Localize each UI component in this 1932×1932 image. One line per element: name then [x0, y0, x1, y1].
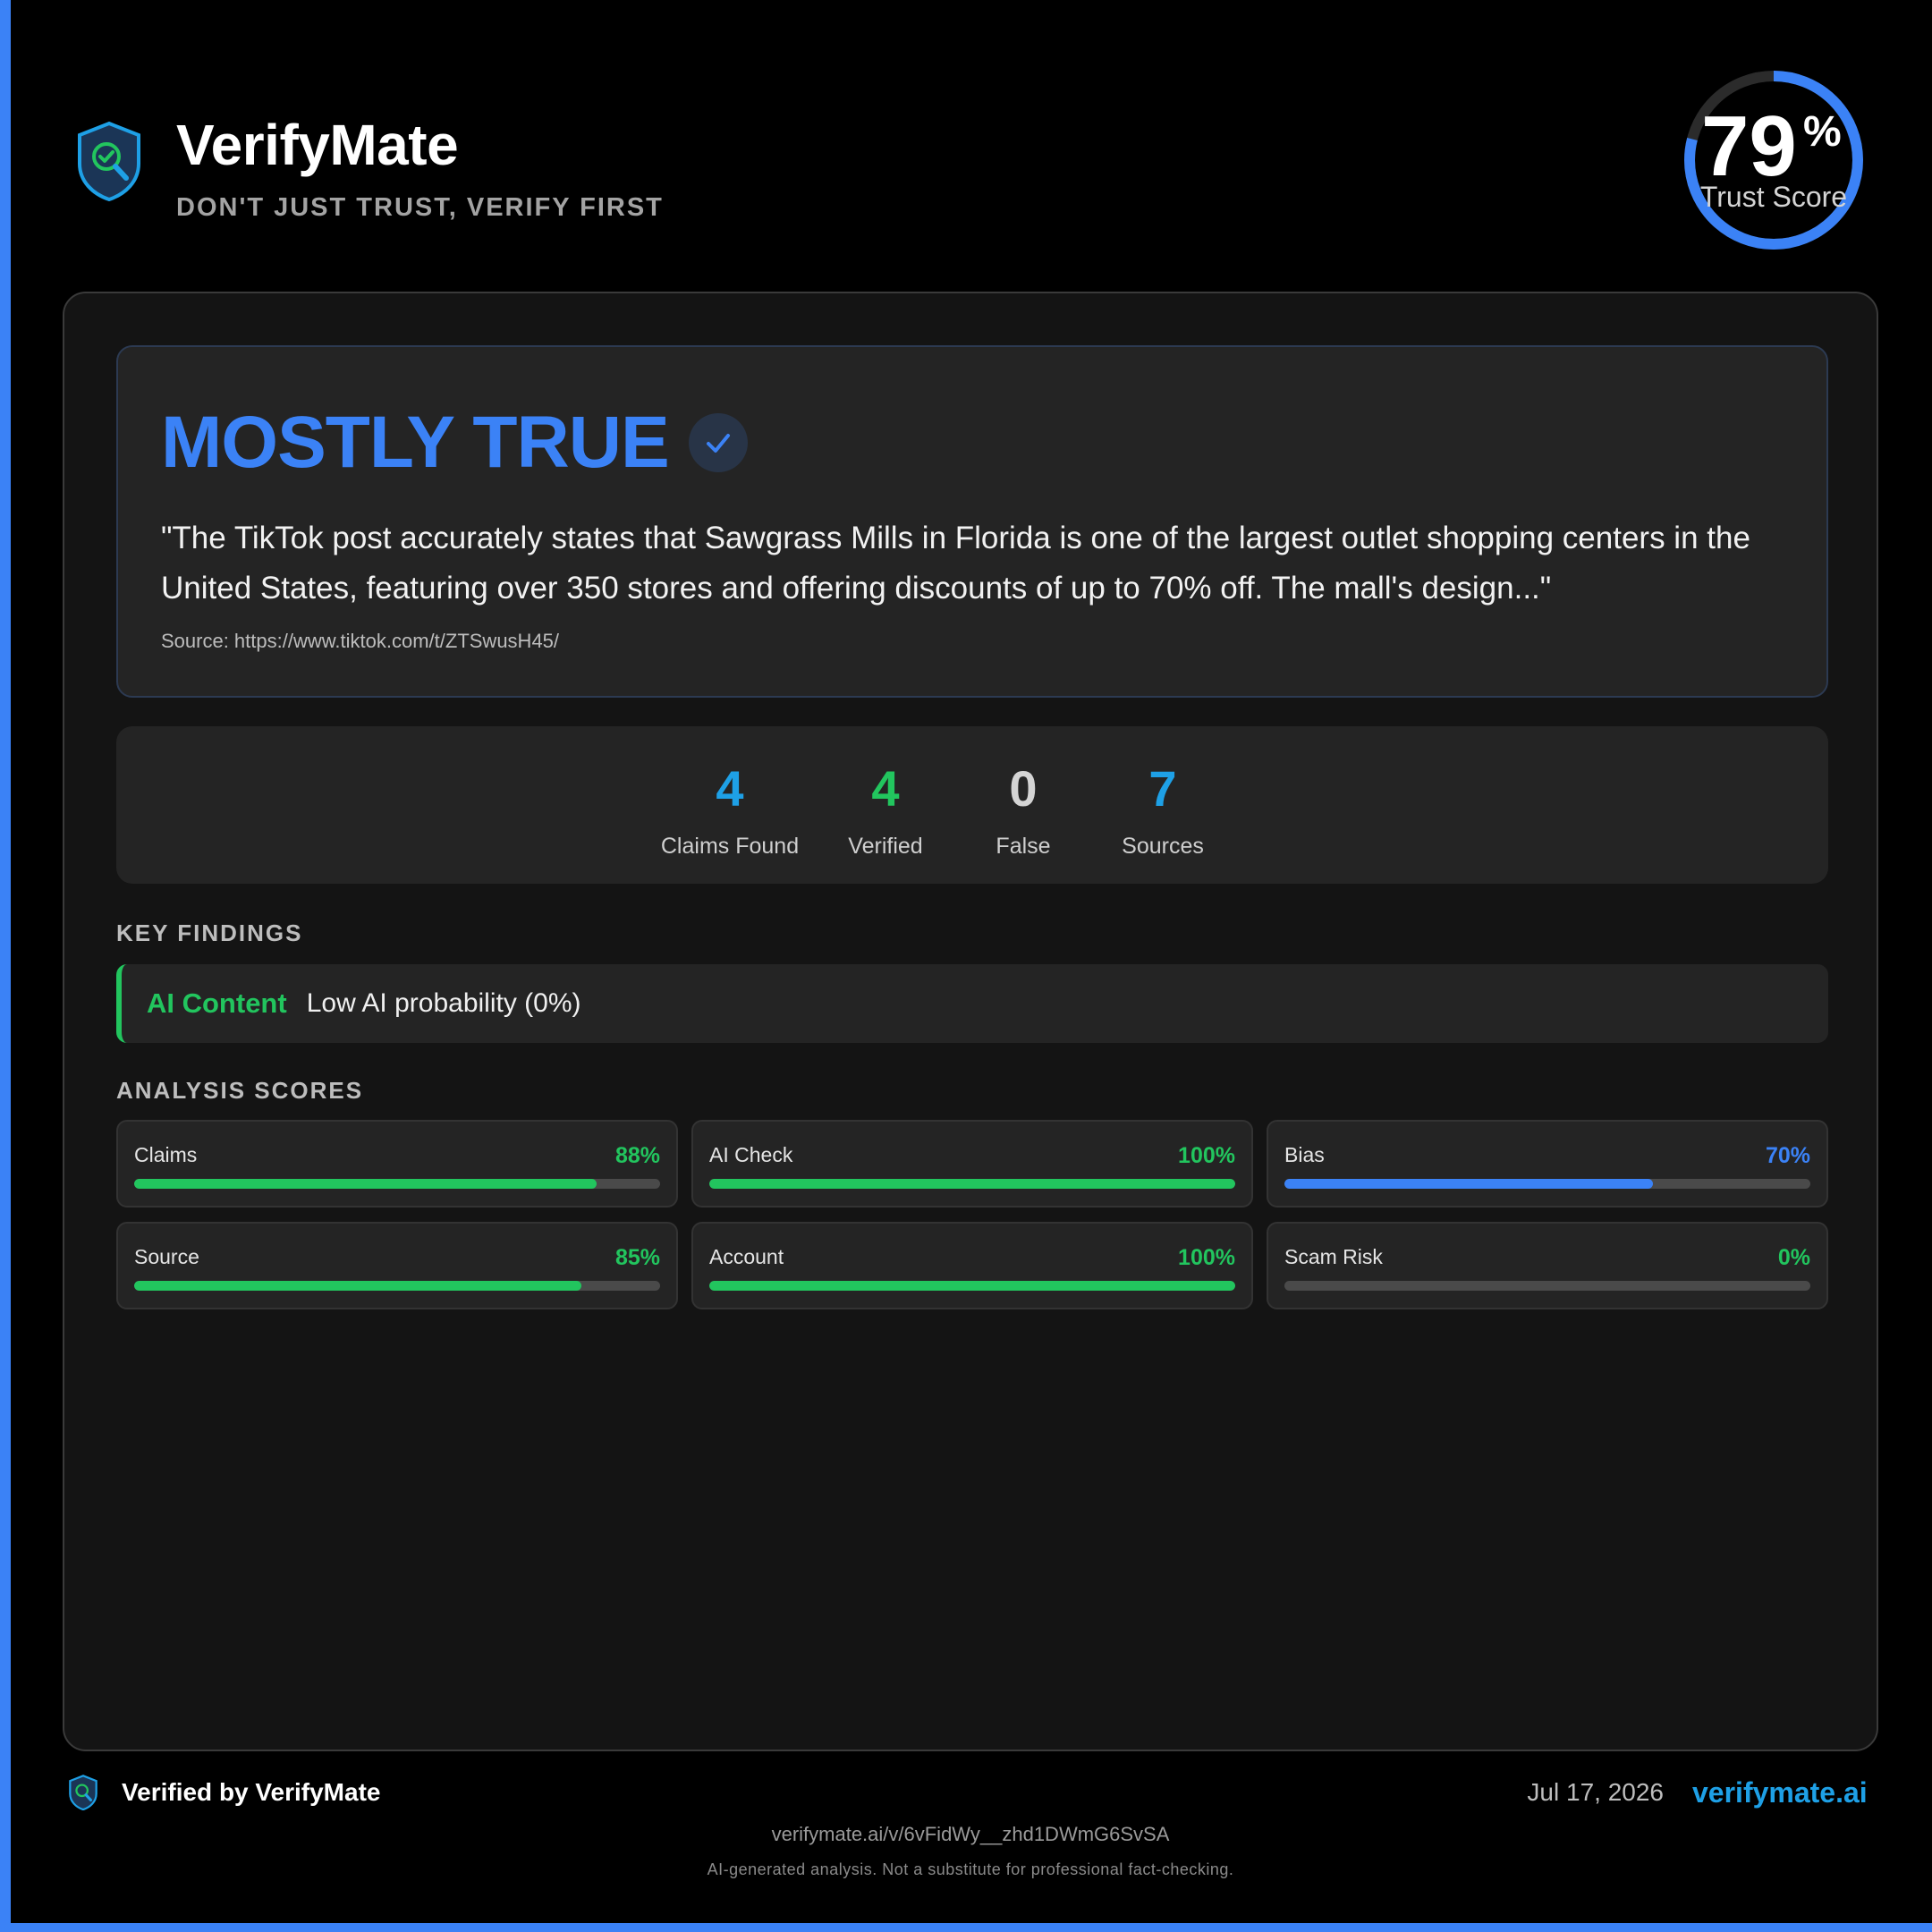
verdict-source-link[interactable]: Source: https://www.tiktok.com/t/ZTSwusH… — [161, 630, 559, 653]
result-card: MOSTLY TRUE "The TikTok post accurately … — [63, 292, 1878, 1751]
score-track — [1284, 1179, 1810, 1189]
footer-date: Jul 17, 2026 — [1527, 1778, 1664, 1806]
check-icon — [688, 413, 748, 472]
score-fill — [709, 1281, 1235, 1291]
score-track — [134, 1179, 660, 1189]
accent-bar-left — [0, 0, 11, 1932]
header: VerifyMate DON'T JUST TRUST, VERIFY FIRS… — [76, 116, 664, 223]
verdict-title-row: MOSTLY TRUE — [161, 406, 748, 479]
stat-value: 4 — [871, 760, 900, 817]
stat-sources: 7 Sources — [1118, 764, 1208, 860]
score-card-source: Source 85% — [116, 1222, 678, 1309]
finding-tag: AI Content — [147, 987, 287, 1019]
footer-disclaimer: AI-generated analysis. Not a substitute … — [707, 1860, 1234, 1878]
finding-item: AI Content Low AI probability (0%) — [116, 964, 1828, 1043]
score-fill — [134, 1281, 581, 1291]
key-findings-heading: KEY FINDINGS — [116, 919, 303, 946]
trust-score-label: Trust Score — [1699, 181, 1848, 213]
stat-verified: 4 Verified — [841, 764, 930, 860]
score-value: 100% — [1178, 1245, 1235, 1270]
accent-bar-bottom — [0, 1923, 1932, 1932]
stat-label: False — [996, 834, 1051, 859]
score-name: Claims — [134, 1143, 198, 1166]
score-track — [709, 1281, 1235, 1291]
stats-panel: 4 Claims Found 4 Verified 0 False 7 Sour… — [116, 726, 1828, 884]
score-name: Bias — [1284, 1143, 1325, 1166]
stat-false: 0 False — [979, 764, 1068, 860]
footer-share-url[interactable]: verifymate.ai/v/6vFidWy__zhd1DWmG6SvSA — [0, 1823, 1932, 1846]
stat-label: Claims Found — [660, 834, 800, 859]
score-card-account: Account 100% — [691, 1222, 1253, 1309]
score-card-bias: Bias 70% — [1267, 1120, 1828, 1208]
score-track — [134, 1281, 660, 1291]
score-value: 70% — [1765, 1143, 1810, 1168]
finding-text: Low AI probability (0%) — [306, 988, 581, 1018]
footer-verified: Verified by VerifyMate — [68, 1775, 380, 1810]
stat-label: Sources — [1122, 834, 1204, 859]
footer-verified-by: Verified by VerifyMate — [122, 1778, 381, 1806]
score-value: 88% — [614, 1143, 660, 1168]
stat-value: 7 — [1148, 760, 1177, 817]
brand-name: VerifyMate — [176, 113, 459, 177]
score-card-scam-risk: Scam Risk 0% — [1267, 1222, 1828, 1309]
score-name: Scam Risk — [1284, 1245, 1383, 1268]
shield-search-icon — [69, 1775, 97, 1810]
score-fill — [134, 1179, 597, 1189]
score-fill — [1284, 1179, 1653, 1189]
score-value: 85% — [614, 1245, 660, 1270]
score-name: AI Check — [709, 1143, 793, 1166]
score-value: 0% — [1777, 1245, 1810, 1270]
trust-score-ring: 79 % Trust Score — [1680, 66, 1868, 254]
score-track — [709, 1179, 1235, 1189]
stat-label: Verified — [848, 834, 923, 859]
trust-score-value: 79 — [1701, 98, 1797, 194]
score-card-claims: Claims 88% — [116, 1120, 678, 1208]
score-name: Source — [134, 1245, 199, 1268]
score-value: 100% — [1178, 1143, 1235, 1168]
shield-search-icon — [78, 121, 140, 201]
stat-value: 0 — [1009, 760, 1038, 817]
score-track — [1284, 1281, 1810, 1291]
verdict-quote: "The TikTok post accurately states that … — [161, 521, 1750, 606]
analysis-scores-heading: ANALYSIS SCORES — [116, 1077, 364, 1104]
footer-site-link[interactable]: verifymate.ai — [1692, 1776, 1868, 1809]
stat-value: 4 — [716, 760, 744, 817]
brand: VerifyMate DON'T JUST TRUST, VERIFY FIRS… — [176, 116, 664, 223]
score-fill — [709, 1179, 1235, 1189]
tagline: DON'T JUST TRUST, VERIFY FIRST — [176, 193, 664, 222]
stat-claims-found: 4 Claims Found — [658, 764, 801, 860]
verdict-panel: MOSTLY TRUE "The TikTok post accurately … — [116, 345, 1828, 698]
verdict-title: MOSTLY TRUE — [161, 402, 670, 483]
score-card-ai-check: AI Check 100% — [691, 1120, 1253, 1208]
score-name: Account — [709, 1245, 784, 1268]
trust-score-unit: % — [1803, 108, 1842, 156]
